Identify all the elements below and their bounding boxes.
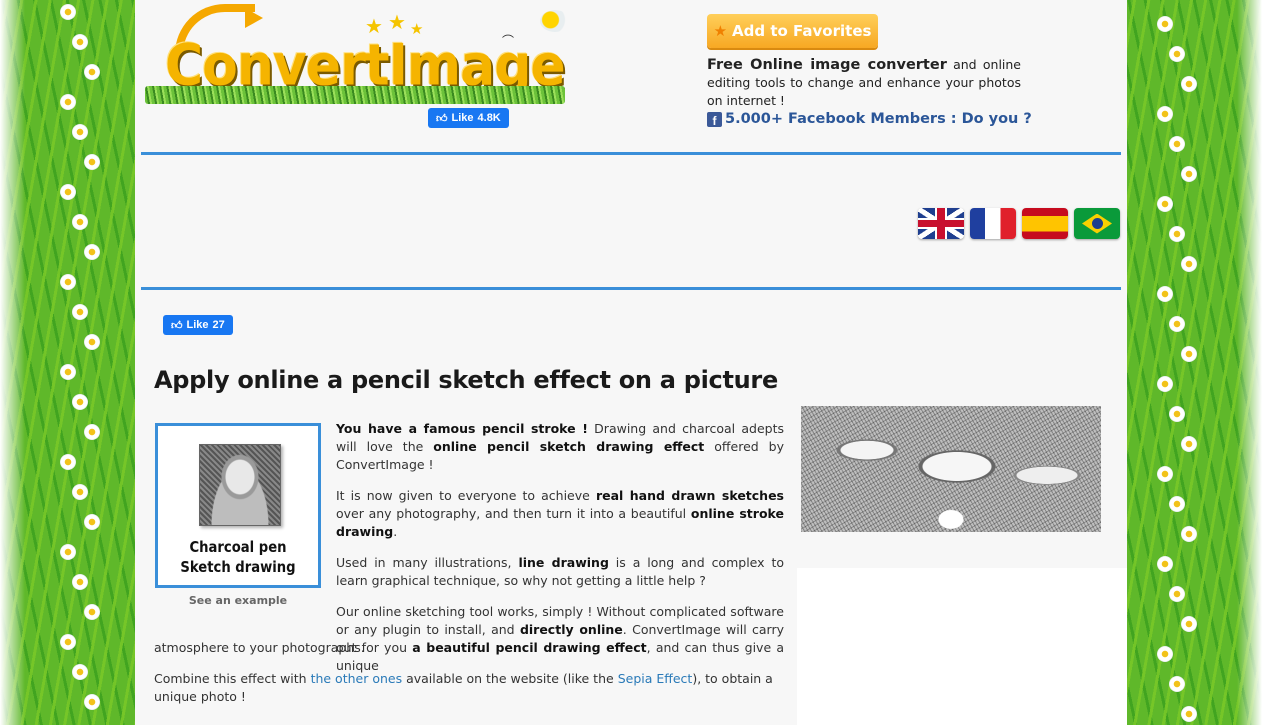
- daisy-icon: [1181, 256, 1197, 272]
- page-title: Apply online a pencil sketch effect on a…: [154, 366, 778, 394]
- daisy-icon: [1169, 676, 1185, 692]
- flag-france-icon[interactable]: [970, 208, 1016, 239]
- logo-grass: [145, 86, 565, 104]
- daisy-icon: [1181, 76, 1197, 92]
- star-icon: ★: [388, 10, 406, 34]
- daisy-icon: [1157, 376, 1173, 392]
- daisy-icon: [1157, 556, 1173, 572]
- sketch-example-image: [801, 406, 1101, 532]
- other-effects-link[interactable]: the other ones: [311, 671, 403, 686]
- daisy-icon: [1169, 316, 1185, 332]
- daisy-icon: [1169, 46, 1185, 62]
- daisy-icon: [72, 664, 88, 680]
- daisy-icon: [60, 94, 76, 110]
- daisy-icon: [72, 34, 88, 50]
- daisy-icon: [1157, 646, 1173, 662]
- thumbs-up-icon: 👍︎: [171, 319, 183, 332]
- daisy-icon: [72, 214, 88, 230]
- paragraph: Used in many illustrations, line drawing…: [336, 555, 784, 588]
- daisy-icon: [1181, 616, 1197, 632]
- divider: [141, 152, 1121, 155]
- page-like-button[interactable]: 👍︎ Like 27: [163, 315, 233, 335]
- facebook-members-link[interactable]: f 5.000+ Facebook Members : Do you ?: [707, 111, 1032, 127]
- daisy-icon: [84, 334, 100, 350]
- daisy-icon: [84, 604, 100, 620]
- paragraph-continued: atmosphere to your photographs.: [154, 640, 365, 655]
- daisy-icon: [1169, 136, 1185, 152]
- daisy-icon: [60, 364, 76, 380]
- daisy-icon: [1157, 16, 1173, 32]
- daisy-icon: [60, 184, 76, 200]
- like-count: 27: [212, 319, 225, 331]
- facebook-icon: f: [707, 111, 722, 127]
- like-label: Like: [186, 319, 209, 331]
- like-label: Like: [451, 112, 474, 124]
- daisy-icon: [1181, 436, 1197, 452]
- paragraph-continued: unique photo !: [154, 689, 246, 704]
- facebook-members-text: 5.000+ Facebook Members : Do you ?: [725, 111, 1032, 127]
- paragraph: It is now given to everyone to achieve r…: [336, 488, 784, 539]
- thumbs-up-icon: 👍︎: [436, 112, 448, 125]
- daisy-icon: [1157, 466, 1173, 482]
- example-thumbnail[interactable]: Charcoal pen Sketch drawing: [155, 423, 321, 588]
- flag-brazil-icon[interactable]: [1074, 208, 1120, 239]
- grass-border-right: [1127, 0, 1262, 725]
- ad-placeholder: [797, 568, 1127, 725]
- daisy-icon: [1169, 496, 1185, 512]
- like-count: 4.8K: [477, 112, 501, 124]
- daisy-icon: [1169, 586, 1185, 602]
- favorites-label: Add to Favorites: [732, 22, 872, 40]
- daisy-icon: [84, 244, 100, 260]
- daisy-icon: [1157, 196, 1173, 212]
- daisy-icon: [72, 394, 88, 410]
- daisy-icon: [1169, 406, 1185, 422]
- daisy-icon: [84, 154, 100, 170]
- grass-border-left: [0, 0, 135, 725]
- flag-spain-icon[interactable]: [1022, 208, 1068, 239]
- daisy-icon: [72, 304, 88, 320]
- description-text: You have a famous pencil stroke ! Drawin…: [336, 420, 784, 675]
- example-caption: Charcoal pen Sketch drawing: [180, 538, 296, 576]
- paragraph: You have a famous pencil stroke ! Drawin…: [336, 421, 785, 472]
- daisy-icon: [1157, 106, 1173, 122]
- flag-us-uk-icon[interactable]: [918, 208, 964, 239]
- daisy-icon: [72, 124, 88, 140]
- example-photo: [199, 444, 281, 526]
- site-tagline: Free Online image converter and online e…: [707, 57, 1021, 108]
- daisy-icon: [84, 424, 100, 440]
- daisy-icon: [1181, 526, 1197, 542]
- daisy-icon: [60, 634, 76, 650]
- daisy-icon: [72, 574, 88, 590]
- logo-like-button[interactable]: 👍︎ Like 4.8K: [428, 108, 509, 128]
- daisy-icon: [84, 514, 100, 530]
- daisy-icon: [1181, 346, 1197, 362]
- daisy-icon: [60, 454, 76, 470]
- daisy-icon: [84, 64, 100, 80]
- daisy-icon: [60, 4, 76, 20]
- paragraph: Combine this effect with the other ones …: [154, 671, 773, 686]
- sepia-effect-link[interactable]: Sepia Effect: [618, 671, 693, 686]
- add-to-favorites-button[interactable]: ★ Add to Favorites: [707, 14, 878, 48]
- star-icon: ★: [713, 22, 728, 40]
- daisy-icon: [72, 484, 88, 500]
- daisy-icon: [1169, 226, 1185, 242]
- daisy-icon: [1181, 166, 1197, 182]
- sun-cloud-icon: [540, 10, 570, 32]
- daisy-icon: [1157, 286, 1173, 302]
- daisy-icon: [84, 694, 100, 710]
- daisy-icon: [60, 274, 76, 290]
- language-selector: [918, 208, 1120, 239]
- daisy-icon: [1181, 706, 1197, 722]
- site-logo[interactable]: ★ ★ ★ ⌒ ConvertImage: [145, 4, 575, 106]
- divider: [141, 287, 1121, 290]
- see-example-link[interactable]: See an example: [155, 594, 321, 607]
- daisy-icon: [60, 544, 76, 560]
- page-content: ★ ★ ★ ⌒ ConvertImage 👍︎ Like 4.8K ★ Add …: [135, 0, 1127, 725]
